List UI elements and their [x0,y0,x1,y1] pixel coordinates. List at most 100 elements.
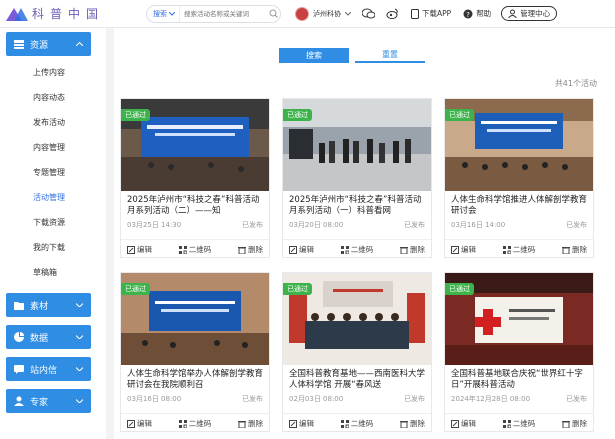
sidebar-item[interactable]: 内容管理 [0,135,106,160]
qrcode-button[interactable]: 二维码 [340,244,374,255]
edit-button[interactable]: 编辑 [127,418,152,429]
org-name: 泸州科协 [313,9,341,18]
edit-button[interactable]: 编辑 [289,418,314,429]
sidebar-group-resources[interactable]: 资源 [6,32,91,56]
edit-label: 编辑 [137,245,152,254]
edit-button[interactable]: 编辑 [127,244,152,255]
sidebar-group-label: 专家 [30,397,49,408]
qrcode-icon [502,245,511,254]
qrcode-button[interactable]: 二维码 [178,418,212,429]
activity-title[interactable]: 2025年泸州市“科技之春”科普活动月系列活动（二）——知 [121,191,269,217]
reset-button[interactable]: 重置 [355,48,425,63]
activity-thumbnail[interactable]: 已通过 [445,99,593,191]
edit-icon [451,419,459,428]
delete-button[interactable]: 删除 [400,244,425,255]
activity-title[interactable]: 人体生命科学馆推进人体解剖学教育研讨会 [445,191,593,217]
phone-icon [411,8,419,19]
chevron-down-icon [169,11,175,16]
sidebar-item[interactable]: 专题管理 [0,160,106,185]
activity-date: 03月16日 14:00 [451,221,506,229]
status-badge: 已通过 [283,109,312,121]
site-logo[interactable]: 科普中国 [6,5,126,22]
sidebar-group-data[interactable]: 数据 [6,325,91,349]
qrcode-button[interactable]: 二维码 [502,244,535,255]
delete-button[interactable]: 删除 [562,244,587,255]
activity-date: 03月20日 08:00 [289,221,344,229]
qrcode-button[interactable]: 二维码 [178,244,211,255]
help-icon: ? [463,9,473,19]
activity-card[interactable]: 已通过 全国科普教育基地——西南医科大学人体科学馆 开展“春风送 02月03日 … [282,272,432,432]
org-switcher[interactable]: 泸州科协 [295,6,351,21]
sidebar-item[interactable]: 内容动态 [0,85,106,110]
delete-button[interactable]: 删除 [562,418,587,429]
activity-thumbnail[interactable]: 已通过 [445,273,593,365]
activity-state: 已发布 [566,395,587,403]
qrcode-icon [178,419,187,428]
activity-thumbnail[interactable]: 已通过 [121,273,269,365]
search-icon[interactable] [266,7,280,21]
activity-thumbnail[interactable]: 已通过 [121,99,269,191]
search-button[interactable]: 搜索 [279,48,349,63]
main-content: 搜索 重置 共41个活动 已通过 2025年泸州市“科技之春”科普活动月系列活动… [106,28,615,439]
activity-title[interactable]: 人体生命科学馆举办人体解剖学教育研讨会在我院顺利召 [121,365,269,391]
activity-card[interactable]: 已通过 2025年泸州市“科技之春”科普活动月系列活动（二）——知 03月25日… [120,98,270,258]
sidebar-item[interactable]: 下载资源 [0,210,106,235]
activity-title[interactable]: 全国科普教育基地——西南医科大学人体科学馆 开展“春风送 [283,365,431,391]
sidebar-group-materials[interactable]: 素材 [6,293,91,317]
edit-label: 编辑 [299,419,314,428]
pie-chart-icon [14,332,24,342]
logo-mark-icon [6,6,28,22]
edit-label: 编辑 [299,245,314,254]
delete-button[interactable]: 删除 [400,418,425,429]
sidebar-item[interactable]: 发布活动 [0,110,106,135]
sidebar-item-active[interactable]: 活动管理 [0,185,106,210]
help-button[interactable]: ? 帮助 [463,8,491,19]
delete-label: 删除 [572,245,587,254]
delete-label: 删除 [248,245,263,254]
qrcode-label: 二维码 [188,419,212,428]
message-icon [14,364,24,374]
sidebar-group-messages[interactable]: 站内信 [6,357,91,381]
sidebar-item[interactable]: 上传内容 [0,60,106,85]
activity-card[interactable]: 已通过 人体生命科学馆推进人体解剖学教育研讨会 03月16日 14:00 已发布 … [444,98,594,258]
edit-label: 编辑 [461,245,476,254]
activity-title[interactable]: 全国科普基地联合庆祝“世界红十字日”开展科普活动 [445,365,593,391]
search-scope-select[interactable]: 搜索 [147,5,180,22]
activity-date: 03月16日 08:00 [127,395,182,403]
sidebar-group-label: 资源 [30,40,49,51]
edit-button[interactable]: 编辑 [451,244,476,255]
admin-center-button[interactable]: 管理中心 [501,6,558,21]
edit-button[interactable]: 编辑 [289,244,314,255]
delete-button[interactable]: 删除 [238,244,263,255]
status-badge: 已通过 [283,283,312,295]
filter-actions: 搜索 重置 [279,48,425,63]
activity-card[interactable]: 已通过 人体生命科学馆举办人体解剖学教育研讨会在我院顺利召 03月16日 08:… [120,272,270,432]
status-badge: 已通过 [121,109,150,121]
trash-icon [238,246,246,254]
user-icon [508,9,518,18]
activity-thumbnail[interactable]: 已通过 [283,99,431,191]
download-app-label: 下载APP [422,9,452,18]
edit-label: 编辑 [137,419,152,428]
download-app-button[interactable]: 下载APP [411,8,451,19]
sidebar-group-experts[interactable]: 专家 [6,389,91,413]
search-input[interactable] [180,9,266,18]
delete-label: 删除 [248,419,263,428]
weibo-icon[interactable] [385,7,399,21]
qrcode-button[interactable]: 二维码 [502,418,535,429]
edit-icon [451,245,459,254]
sidebar-item[interactable]: 草稿箱 [0,260,106,285]
activity-card[interactable]: 已通过 全国科普基地联合庆祝“世界红十字日”开展科普活动 2024年12月28日… [444,272,594,432]
qrcode-button[interactable]: 二维码 [340,418,373,429]
chevron-down-icon [76,335,83,339]
wechat-icon[interactable] [361,7,375,21]
activity-thumbnail[interactable]: 已通过 [283,273,431,365]
qrcode-label: 二维码 [350,245,374,254]
delete-button[interactable]: 删除 [238,418,263,429]
trash-icon [562,246,570,254]
activity-card[interactable]: 已通过 2025年泸州市“科技之春”科普活动月系列活动（一）科普看网 03月20… [282,98,432,258]
chevron-down-icon [345,11,351,16]
edit-button[interactable]: 编辑 [451,418,476,429]
sidebar-item[interactable]: 我的下载 [0,235,106,260]
activity-title[interactable]: 2025年泸州市“科技之春”科普活动月系列活动（一）科普看网 [283,191,431,217]
